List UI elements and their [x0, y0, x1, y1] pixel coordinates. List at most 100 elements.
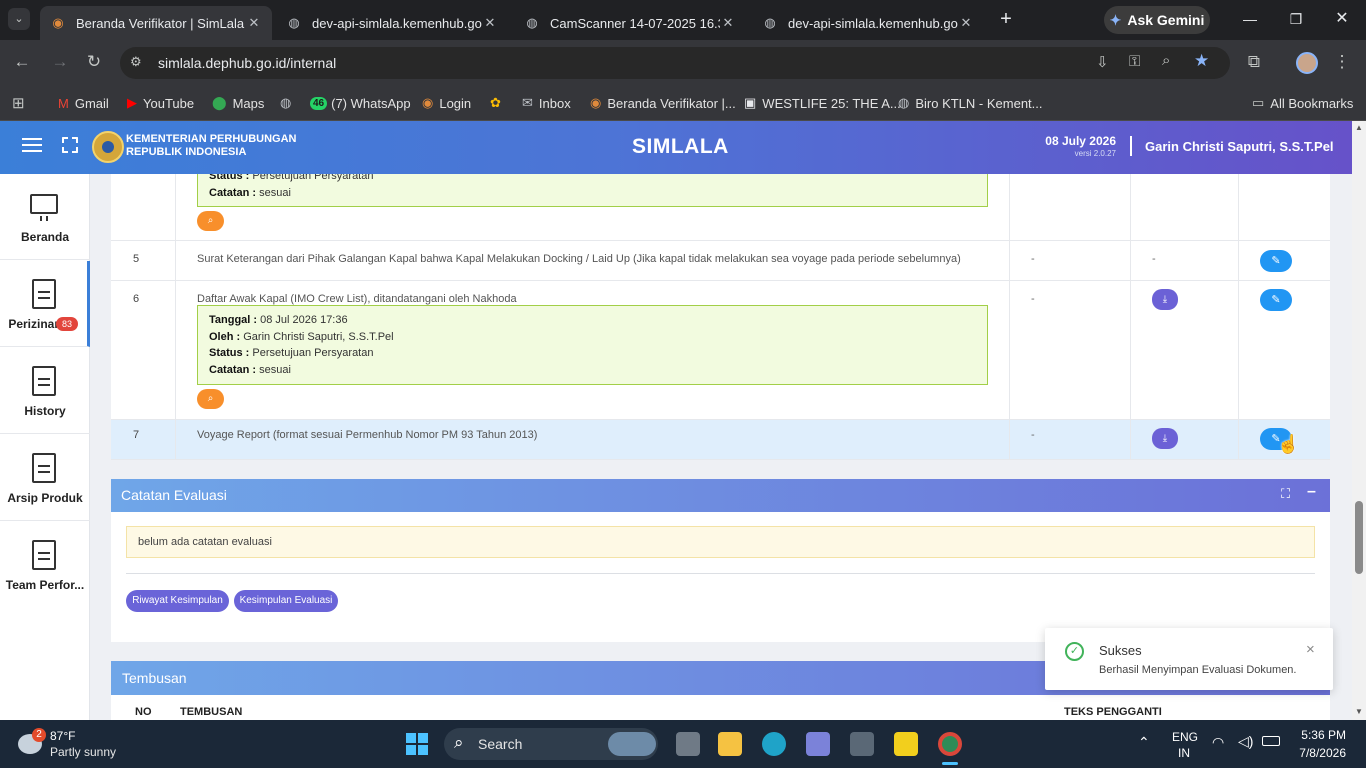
panel-title: Tembusan — [122, 670, 187, 686]
sidebar-item-beranda[interactable]: Beranda — [0, 174, 90, 260]
sidebar-item-arsip-produk[interactable]: Arsip Produk — [0, 435, 90, 521]
download-button[interactable]: ⤓ — [1152, 289, 1178, 310]
scroll-down-arrow-icon[interactable]: ▼ — [1355, 707, 1363, 716]
document-icon — [32, 540, 56, 570]
collapse-icon[interactable]: – — [1307, 483, 1316, 501]
mouse-cursor-icon: ☝ — [1277, 434, 1300, 454]
riwayat-kesimpulan-button[interactable]: Riwayat Kesimpulan — [126, 590, 229, 612]
reload-icon[interactable]: ↻ — [82, 50, 106, 74]
sticky-notes-icon[interactable] — [894, 732, 918, 756]
chevron-up-icon[interactable]: ⌃ — [1138, 734, 1150, 751]
windows-start-icon[interactable] — [406, 733, 428, 755]
close-window-button[interactable]: ✕ — [1330, 8, 1354, 32]
user-name[interactable]: Garin Christi Saputri, S.S.T.Pel — [1145, 139, 1334, 154]
globe-icon: ◍ — [898, 95, 910, 110]
close-tab-icon[interactable]: ✕ — [958, 15, 974, 31]
tab-list-button[interactable]: ⌄ — [8, 8, 30, 30]
success-toast: ✓ Sukses Berhasil Menyimpan Evaluasi Dok… — [1045, 628, 1333, 690]
org-name-line1: KEMENTERIAN PERHUBUNGAN — [126, 133, 297, 145]
page-scrollbar[interactable]: ▲ ▼ — [1352, 121, 1366, 720]
menu-dots-icon[interactable]: ⋮ — [1330, 50, 1354, 74]
hamburger-menu-icon[interactable] — [22, 138, 42, 152]
new-tab-button[interactable]: + — [994, 8, 1018, 32]
app-title: SIMLALA — [632, 135, 729, 158]
tab-camscanner[interactable]: ◍ CamScanner 14-07-2025 16.34 ✕ — [514, 6, 746, 40]
close-tab-icon[interactable]: ✕ — [482, 15, 498, 31]
bookmark-whatsapp[interactable]: 46 (7) WhatsApp — [310, 93, 411, 113]
catatan-evaluasi-body: belum ada catatan evaluasi Riwayat Kesim… — [111, 512, 1330, 642]
fullscreen-icon[interactable] — [62, 137, 78, 153]
sidebar-item-history[interactable]: History — [0, 348, 90, 434]
forward-icon[interactable]: → — [48, 50, 72, 74]
edit-button[interactable]: ✎ — [1260, 250, 1292, 272]
close-tab-icon[interactable]: ✕ — [720, 15, 736, 31]
header-date: 08 July 2026 — [1045, 134, 1116, 148]
volume-icon[interactable]: ◁) — [1238, 733, 1253, 750]
bookmark-gmail[interactable]: M Gmail — [58, 93, 109, 113]
kesimpulan-evaluasi-button[interactable]: Kesimpulan Evaluasi — [234, 590, 338, 612]
clock-time[interactable]: 5:36 PM — [1296, 728, 1346, 742]
password-key-icon[interactable]: ⚿ — [1129, 53, 1140, 70]
status-value: Persetujuan Persyaratan — [252, 347, 374, 359]
apps-grid-icon[interactable]: ⊞ — [12, 93, 25, 113]
bookmark-login[interactable]: ◉ Login — [422, 93, 471, 113]
table-row: 7 Voyage Report (format sesuai Permenhub… — [111, 420, 1330, 460]
bookmark-inbox[interactable]: ✉ Inbox — [522, 93, 571, 113]
scrollbar-thumb[interactable] — [1355, 501, 1363, 574]
clock-date[interactable]: 7/8/2026 — [1290, 746, 1346, 760]
view-evaluation-button[interactable]: ⌕ — [197, 389, 224, 409]
edge-icon[interactable] — [762, 732, 786, 756]
expand-icon[interactable]: ⛶ — [1281, 486, 1290, 502]
weather-temp: 87°F — [50, 729, 76, 743]
sidebar-item-label: Arsip Produk — [7, 491, 83, 505]
bookmark-label: Inbox — [538, 95, 571, 111]
ask-gemini-button[interactable]: ✦ Ask Gemini — [1104, 6, 1210, 34]
all-bookmarks[interactable]: ▭ All Bookmarks — [1252, 93, 1353, 113]
bookmark-star-icon[interactable]: ★ — [1194, 51, 1209, 71]
sidebar-item-perizinan[interactable]: Perizinan 83 — [0, 261, 90, 347]
view-evaluation-button[interactable]: ⌕ — [197, 211, 224, 231]
weather-widget[interactable]: 2 87°F Partly sunny — [14, 726, 124, 762]
minimize-button[interactable]: — — [1238, 8, 1262, 32]
install-app-icon[interactable]: ⇩ — [1096, 53, 1109, 71]
bookmark-label: Beranda Verifikator |... — [607, 95, 736, 111]
scroll-up-arrow-icon[interactable]: ▲ — [1355, 123, 1363, 132]
bookmark-photos[interactable]: ✿ — [490, 93, 507, 113]
sidebar-item-team-performance[interactable]: Team Perfor... — [0, 522, 90, 608]
language-in[interactable]: IN — [1178, 746, 1190, 760]
close-tab-icon[interactable]: ✕ — [246, 15, 262, 31]
gemini-icon: ✦ — [1109, 11, 1122, 28]
app-icon[interactable] — [806, 732, 830, 756]
taskbar-search[interactable]: ⌕ Search — [444, 728, 658, 760]
download-button[interactable]: ⤓ — [1152, 428, 1178, 449]
language-eng[interactable]: ENG — [1172, 730, 1198, 744]
chrome-icon[interactable] — [938, 732, 962, 756]
camera-icon[interactable] — [850, 732, 874, 756]
bookmark-globe[interactable]: ◍ — [280, 93, 297, 113]
profile-avatar[interactable] — [1296, 52, 1318, 74]
bookmark-biro-ktln[interactable]: ◍ Biro KTLN - Kement... — [898, 93, 1043, 113]
tab-simlala[interactable]: ◉ Beranda Verifikator | SimLala ✕ — [40, 6, 272, 40]
tab-dev-api-2[interactable]: ◍ dev-api-simlala.kemenhub.go.id ✕ — [752, 6, 984, 40]
file-explorer-icon[interactable] — [718, 732, 742, 756]
edit-button[interactable]: ✎ — [1260, 289, 1292, 311]
bookmark-youtube[interactable]: ▶ YouTube — [127, 93, 194, 113]
close-icon[interactable]: × — [1306, 641, 1315, 658]
back-icon[interactable]: ← — [10, 50, 34, 74]
catatan-value: sesuai — [259, 186, 291, 199]
extensions-icon[interactable]: ⧉ — [1242, 50, 1266, 74]
taskview-icon[interactable] — [676, 732, 700, 756]
tab-dev-api-1[interactable]: ◍ dev-api-simlala.kemenhub.go.id ✕ — [276, 6, 508, 40]
bookmark-westlife[interactable]: ▣ WESTLIFE 25: THE A... — [744, 93, 901, 113]
battery-icon[interactable] — [1262, 736, 1280, 746]
wifi-icon[interactable]: ◠ — [1212, 734, 1224, 751]
zoom-icon[interactable]: ⌕ — [1162, 52, 1170, 69]
site-info-icon[interactable]: ⚙ — [130, 54, 142, 70]
table-row: Status : Persetujuan Persyaratan Catatan… — [111, 174, 1330, 241]
windows-taskbar: 2 87°F Partly sunny ⌕ Search ⌃ ENG IN ◠ … — [0, 720, 1366, 768]
row-number: 5 — [133, 253, 140, 265]
bookmark-beranda[interactable]: ◉ Beranda Verifikator |... — [590, 93, 736, 113]
restore-button[interactable]: ❐ — [1284, 8, 1308, 32]
address-bar[interactable]: ⚙ simlala.dephub.go.id/internal ⇩ ⚿ ⌕ ★ — [120, 47, 1230, 79]
bookmark-maps[interactable]: ⬤ Maps — [212, 93, 264, 113]
